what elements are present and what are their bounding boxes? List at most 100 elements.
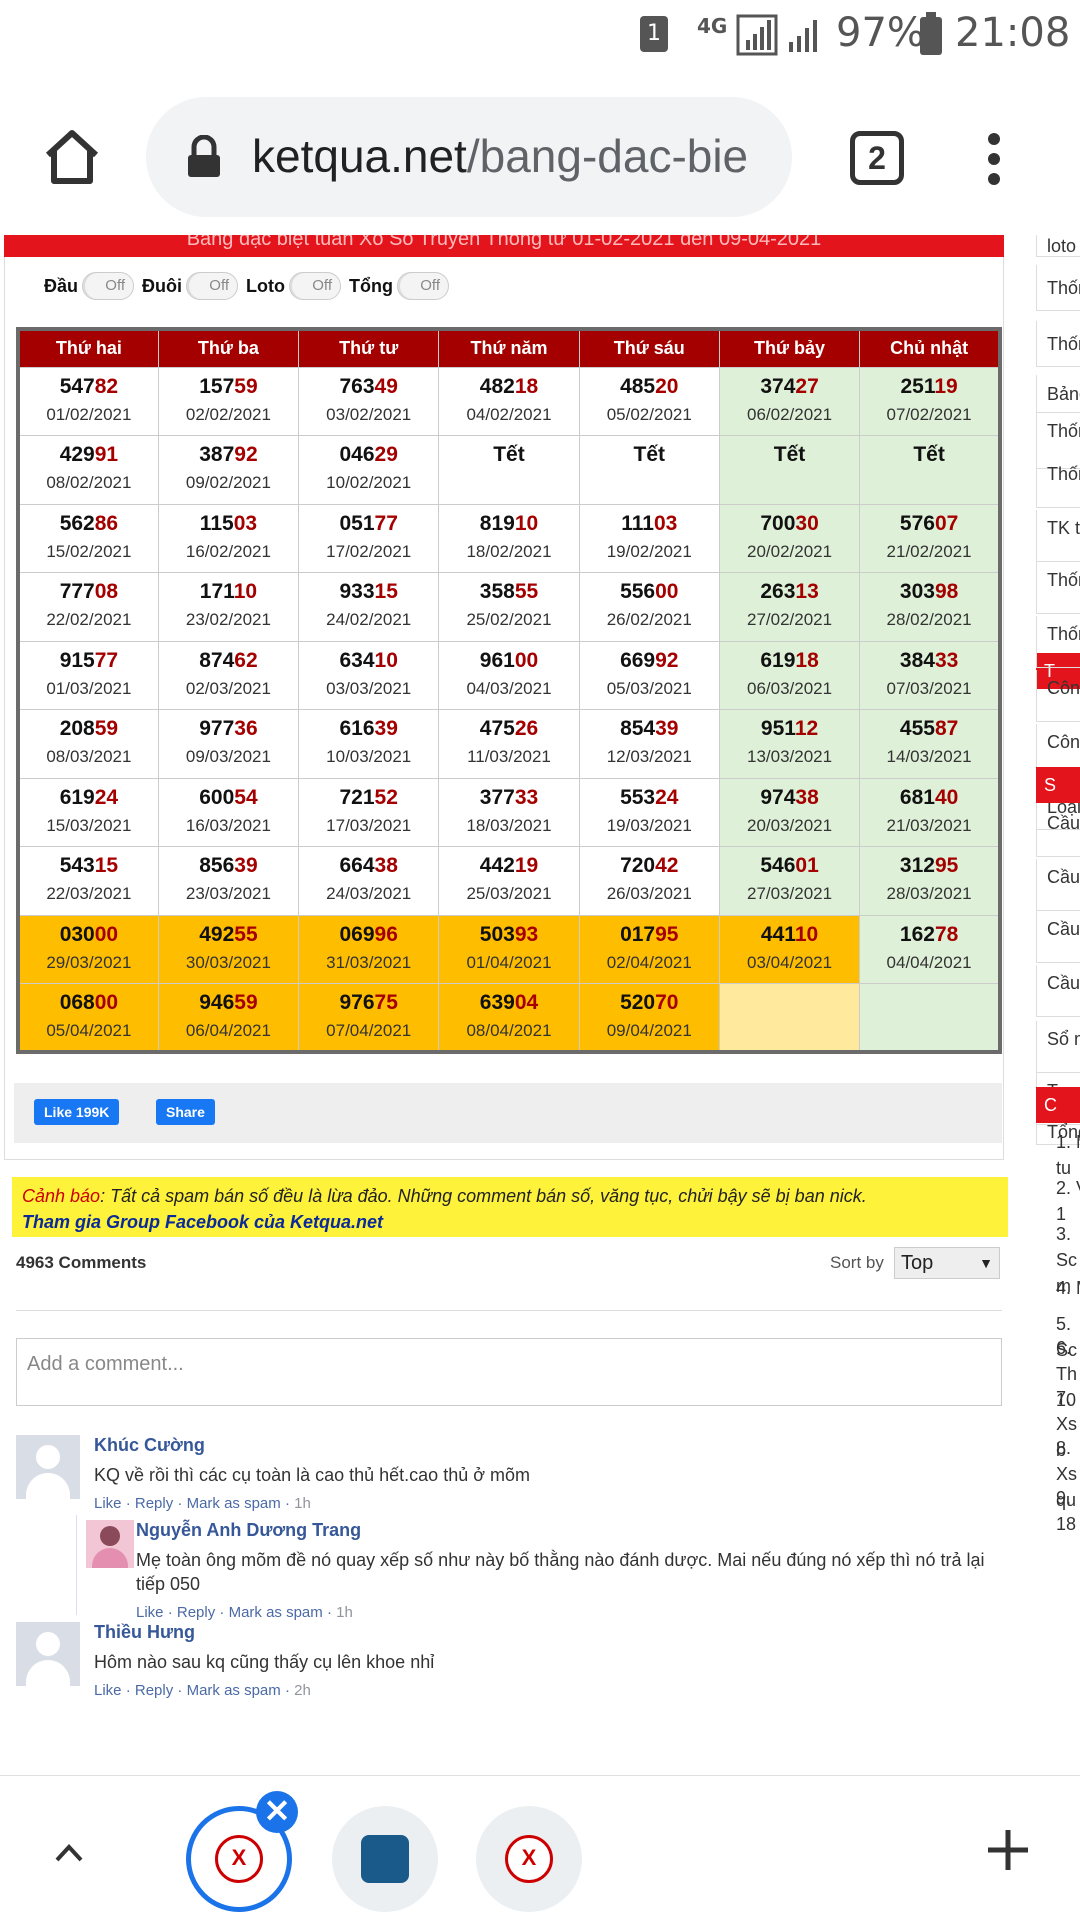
result-date: 31/03/2021 (326, 952, 412, 972)
number-tail: 54 (234, 785, 258, 809)
tab-switcher-button[interactable]: 2 (850, 131, 904, 185)
number-head: 553 (620, 785, 656, 809)
number-tail: 00 (655, 580, 679, 603)
avatar[interactable] (86, 1520, 134, 1568)
toggle-tong[interactable]: Off (396, 272, 449, 300)
result-cell: 37427 06/02/2021 (718, 366, 861, 436)
sort-select[interactable]: Top ▼ (894, 1247, 1000, 1279)
mark-spam-link[interactable]: Mark as spam (229, 1604, 323, 1621)
result-date: 06/04/2021 (185, 1021, 271, 1040)
result-cell: 16278 04/04/2021 (859, 914, 1001, 984)
result-number: 26313 (720, 579, 859, 605)
number-head: 303 (899, 580, 935, 603)
number-tail: 36 (234, 717, 258, 740)
result-cell (859, 983, 1001, 1053)
like-link[interactable]: Like (94, 1682, 122, 1699)
result-cell: 48218 04/02/2021 (438, 366, 580, 436)
result-date: 09/02/2021 (185, 473, 271, 492)
sidebar-link[interactable]: Cầu lo (1036, 805, 1080, 857)
number-tail: 49 (374, 374, 398, 398)
sidebar-link[interactable]: Thống (1036, 265, 1080, 311)
close-tab-icon[interactable]: ✕ (256, 1791, 298, 1833)
sidebar-link[interactable]: Thống (1036, 616, 1080, 668)
result-cell: 11103 19/02/2021 (578, 503, 720, 573)
sidebar-link[interactable]: Bảng (1036, 375, 1080, 413)
result-number: 76349 (299, 374, 438, 400)
table-row: 61924 15/03/2021 60054 16/03/2021 72152 17/03… (17, 777, 1001, 847)
col-header: Thứ hai (17, 328, 159, 368)
facebook-group-link[interactable]: Tham gia Group Facebook của Ketqua.net (22, 1209, 998, 1235)
avatar[interactable] (16, 1435, 80, 1499)
comment-time: 2h (294, 1682, 311, 1699)
battery-percent: 97% (836, 10, 925, 56)
number-tail: 38 (374, 854, 398, 877)
mark-spam-link[interactable]: Mark as spam (187, 1495, 281, 1512)
result-number: 48218 (439, 374, 578, 400)
comment-author[interactable]: Thiều Hưng (94, 1622, 195, 1643)
number-tail: 39 (655, 717, 679, 740)
result-date: 18/02/2021 (466, 541, 552, 561)
facebook-like-button[interactable]: Like 199K (34, 1099, 120, 1125)
comment-input[interactable]: Add a comment... (16, 1338, 1002, 1406)
sidebar-link[interactable]: Cầu th (1036, 965, 1080, 1017)
number-tail: 10 (233, 580, 258, 603)
toggle-duoi[interactable]: Off (186, 272, 239, 300)
number-tail: 12 (794, 717, 819, 740)
result-cell: 54315 22/03/2021 (17, 846, 159, 916)
table-row: 77708 22/02/2021 17110 23/02/2021 93315 24/02… (17, 572, 1001, 642)
sidebar-link[interactable]: Thống (1036, 562, 1080, 614)
result-date: 14/03/2021 (886, 747, 972, 766)
sidebar-list-item[interactable]: 4. M (1036, 1275, 1080, 1301)
like-link[interactable]: Like (94, 1495, 122, 1512)
comment-author[interactable]: Nguyễn Anh Dương Trang (136, 1520, 361, 1541)
sidebar-link[interactable]: Cầu lo (1036, 859, 1080, 911)
toggle-dau[interactable]: Off (82, 272, 135, 300)
reply-link[interactable]: Reply (135, 1682, 173, 1699)
facebook-share-button[interactable]: Share (156, 1099, 215, 1125)
reply-link[interactable]: Reply (177, 1604, 215, 1621)
result-cell (718, 983, 861, 1053)
result-cell: 76349 03/02/2021 (298, 366, 440, 436)
like-link[interactable]: Like (136, 1604, 164, 1621)
result-date: 01/03/2021 (46, 678, 132, 698)
comment-actions: Like · Reply · Mark as spam · 1h (94, 1495, 311, 1512)
result-number: 25119 (860, 374, 998, 400)
number-head: 208 (59, 717, 95, 740)
sidebar-list-item[interactable]: 1. M tu (1036, 1129, 1080, 1181)
reply-link[interactable]: Reply (135, 1495, 173, 1512)
result-date: 06/03/2021 (747, 678, 833, 698)
sidebar-link[interactable]: Thống (1036, 321, 1080, 367)
tab-thumbnail[interactable] (332, 1806, 438, 1912)
chevron-up-icon[interactable] (54, 1838, 84, 1868)
result-cell: 03000 29/03/2021 (17, 914, 159, 984)
sidebar-link[interactable]: Thống (1036, 456, 1080, 508)
comment-author[interactable]: Khúc Cường (94, 1435, 205, 1456)
sidebar-link[interactable]: Sổ mơ (1036, 1021, 1080, 1073)
sidebar-link[interactable]: Công (1036, 670, 1080, 722)
home-icon[interactable] (40, 125, 104, 189)
result-cell: 91577 01/03/2021 (17, 640, 159, 710)
right-sidebar: lotoThốngThốngBảngThống theo ĐTThốngTK t… (1020, 235, 1080, 1775)
toggle-loto[interactable]: Off (289, 272, 341, 300)
tab-thumbnail[interactable]: X (476, 1806, 582, 1912)
sidebar-list-item[interactable]: 9. 18 (1036, 1485, 1080, 1537)
number-head: 915 (59, 648, 95, 672)
new-tab-plus-icon[interactable] (984, 1826, 1032, 1874)
address-bar[interactable]: ketqua.net/bang-dac-bie (146, 97, 792, 217)
avatar[interactable] (16, 1622, 80, 1686)
sidebar-section-header: C (1036, 1087, 1080, 1123)
url-path: /bang-dac-bie (466, 130, 749, 182)
result-date: 16/03/2021 (185, 815, 271, 835)
result-date: 21/02/2021 (886, 541, 972, 561)
result-date: 07/02/2021 (886, 404, 972, 424)
sidebar-link[interactable]: TK tần (1036, 510, 1080, 562)
number-tail: 00 (514, 648, 539, 672)
sidebar-link[interactable]: loto (1036, 235, 1080, 257)
result-cell: 68140 21/03/2021 (859, 777, 1001, 847)
dropdown-arrow-icon: ▼ (979, 1255, 993, 1271)
mark-spam-link[interactable]: Mark as spam (187, 1682, 281, 1699)
browser-toolbar: ketqua.net/bang-dac-bie 2 (0, 75, 1080, 235)
sidebar-link[interactable]: Cầu g (1036, 911, 1080, 963)
sidebar-list-item[interactable]: 2. Vi 1 (1036, 1175, 1080, 1227)
overflow-menu-icon[interactable] (984, 133, 1004, 193)
